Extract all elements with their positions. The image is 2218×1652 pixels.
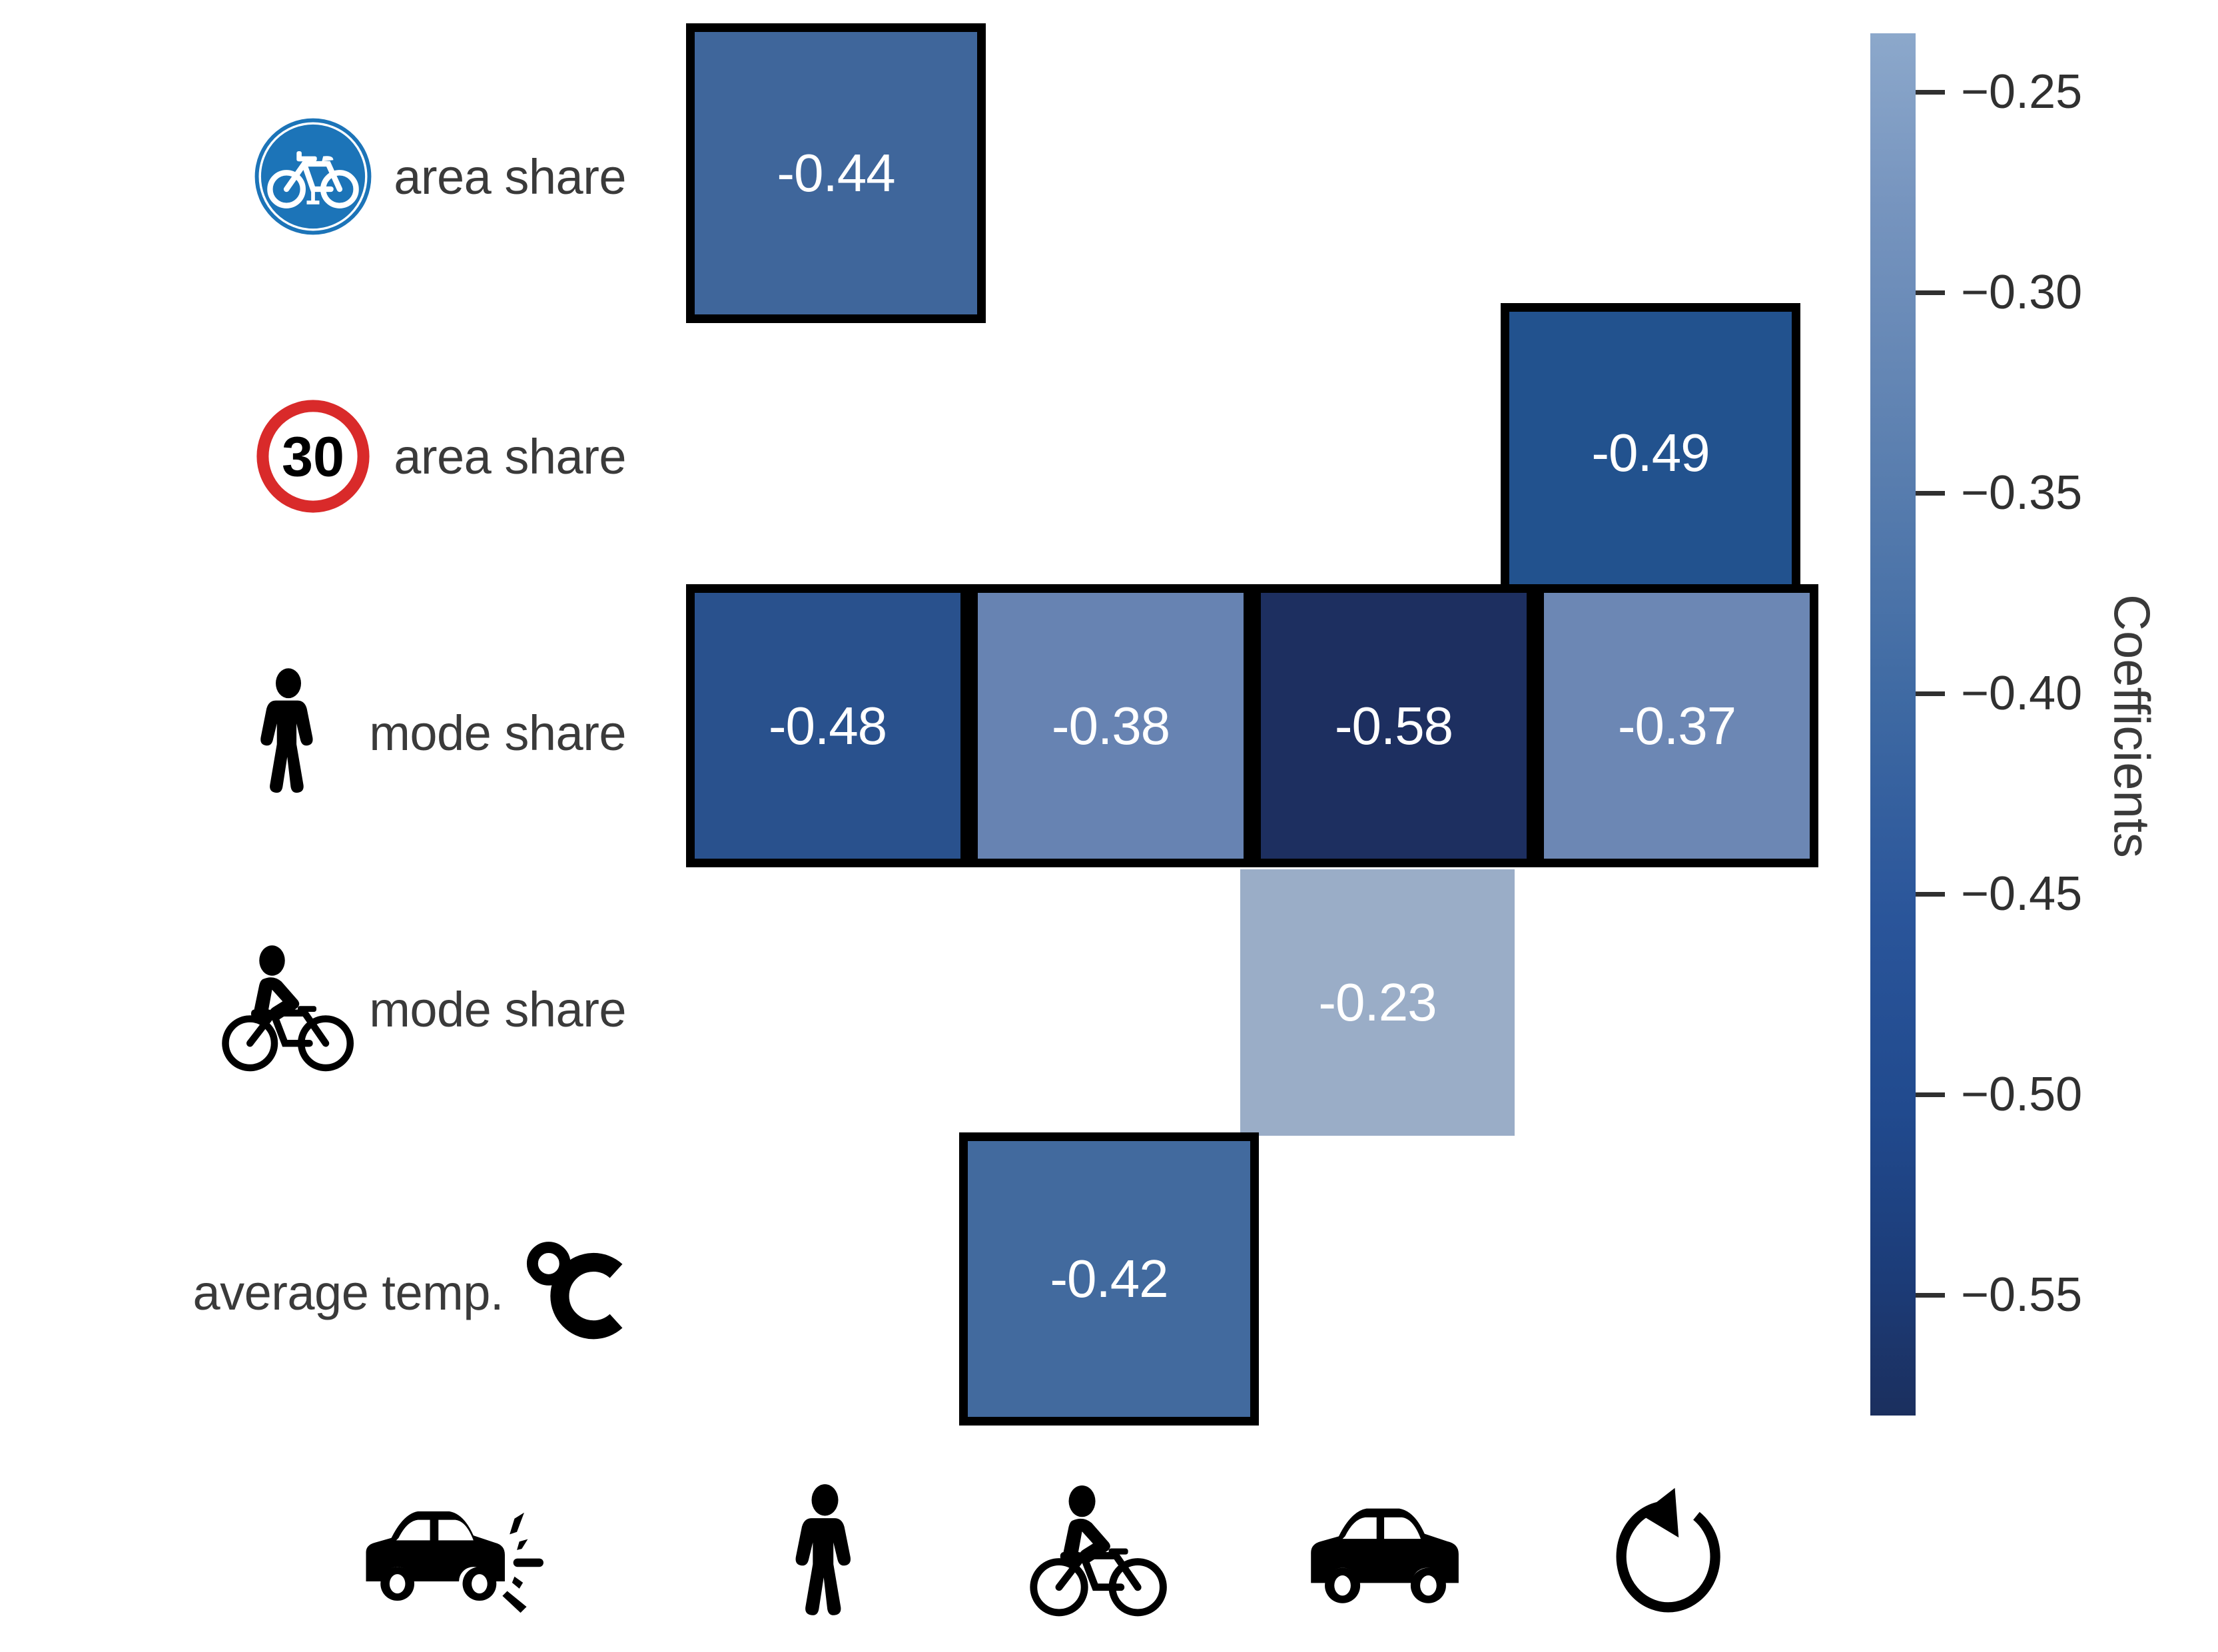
row-label-text: mode share bbox=[369, 705, 626, 761]
colorbar-title: Coefficients bbox=[2103, 594, 2160, 858]
speed-limit-30-sign-icon: 30 bbox=[250, 393, 376, 520]
heatmap-cell-r3c2[interactable]: -0.23 bbox=[1240, 869, 1515, 1136]
column-icon-cyclist bbox=[999, 1455, 1199, 1649]
heatmap-cell-r4c1[interactable]: -0.42 bbox=[959, 1132, 1259, 1426]
colorbar-tick-4 bbox=[1916, 892, 1945, 897]
bicycle-route-sign-icon bbox=[250, 113, 376, 240]
heatmap-cell-r2c3[interactable]: -0.37 bbox=[1535, 584, 1818, 867]
degree-celsius-icon bbox=[526, 1229, 626, 1356]
colorbar-tick-label-0: −0.25 bbox=[1961, 65, 2083, 119]
row-label-text: mode share bbox=[369, 981, 626, 1037]
cell-value: -0.37 bbox=[1617, 695, 1736, 755]
cell-value: -0.58 bbox=[1334, 695, 1453, 755]
colorbar-tick-0 bbox=[1916, 90, 1945, 95]
colorbar-tick-5 bbox=[1916, 1092, 1945, 1097]
cell-value: -0.44 bbox=[777, 143, 895, 203]
colorbar-tick-1 bbox=[1916, 290, 1945, 295]
colorbar-gradient bbox=[1870, 33, 1916, 1416]
pedestrian-icon bbox=[225, 668, 352, 796]
heatmap-figure: area share 30 area share mode share mode… bbox=[0, 0, 2218, 1652]
row-label-text: average temp. bbox=[192, 1264, 504, 1320]
colorbar-tick-label-1: −0.30 bbox=[1961, 266, 2083, 319]
heatmap-cell-r2c1[interactable]: -0.38 bbox=[969, 584, 1252, 867]
cell-value: -0.49 bbox=[1591, 423, 1710, 482]
heatmap-cell-r1c3[interactable]: -0.49 bbox=[1501, 303, 1800, 603]
cyclist-icon bbox=[222, 945, 354, 1072]
colorbar-tick-label-4: −0.45 bbox=[1961, 867, 2083, 921]
row-label-speed30-area-share: 30 area share bbox=[27, 356, 626, 556]
colorbar-tick-2 bbox=[1916, 491, 1945, 496]
svg-text:30: 30 bbox=[282, 425, 344, 488]
cell-value: -0.38 bbox=[1051, 695, 1170, 755]
column-icon-rotation-arrow bbox=[1569, 1455, 1768, 1649]
row-label-text: area share bbox=[394, 428, 626, 484]
row-label-pedestrian-mode-share: mode share bbox=[27, 633, 626, 833]
cell-value: -0.48 bbox=[768, 695, 887, 755]
row-label-cyclist-mode-share: mode share bbox=[27, 909, 626, 1109]
colorbar-tick-label-2: −0.35 bbox=[1961, 466, 2083, 520]
column-icon-car bbox=[1286, 1455, 1485, 1649]
colorbar: −0.25 −0.30 −0.35 −0.40 −0.45 −0.50 −0.5… bbox=[1870, 33, 2217, 1416]
heatmap-cell-r2c0[interactable]: -0.48 bbox=[686, 584, 969, 867]
heatmap-cell-r0c0[interactable]: -0.44 bbox=[686, 23, 986, 323]
colorbar-tick-label-5: −0.50 bbox=[1961, 1068, 2083, 1121]
column-icon-car-crash bbox=[353, 1455, 553, 1649]
cell-value: -0.23 bbox=[1318, 973, 1437, 1032]
column-icon-pedestrian bbox=[725, 1455, 924, 1649]
row-label-bicycle-area-share: area share bbox=[27, 77, 626, 276]
cell-value: -0.42 bbox=[1050, 1249, 1168, 1308]
row-label-average-temp: average temp. bbox=[27, 1192, 626, 1392]
colorbar-tick-label-3: −0.40 bbox=[1961, 667, 2083, 720]
colorbar-tick-6 bbox=[1916, 1293, 1945, 1298]
colorbar-tick-label-6: −0.55 bbox=[1961, 1268, 2083, 1322]
row-label-text: area share bbox=[394, 149, 626, 205]
heatmap-cell-r2c2[interactable]: -0.58 bbox=[1252, 584, 1535, 867]
colorbar-tick-3 bbox=[1916, 691, 1945, 696]
